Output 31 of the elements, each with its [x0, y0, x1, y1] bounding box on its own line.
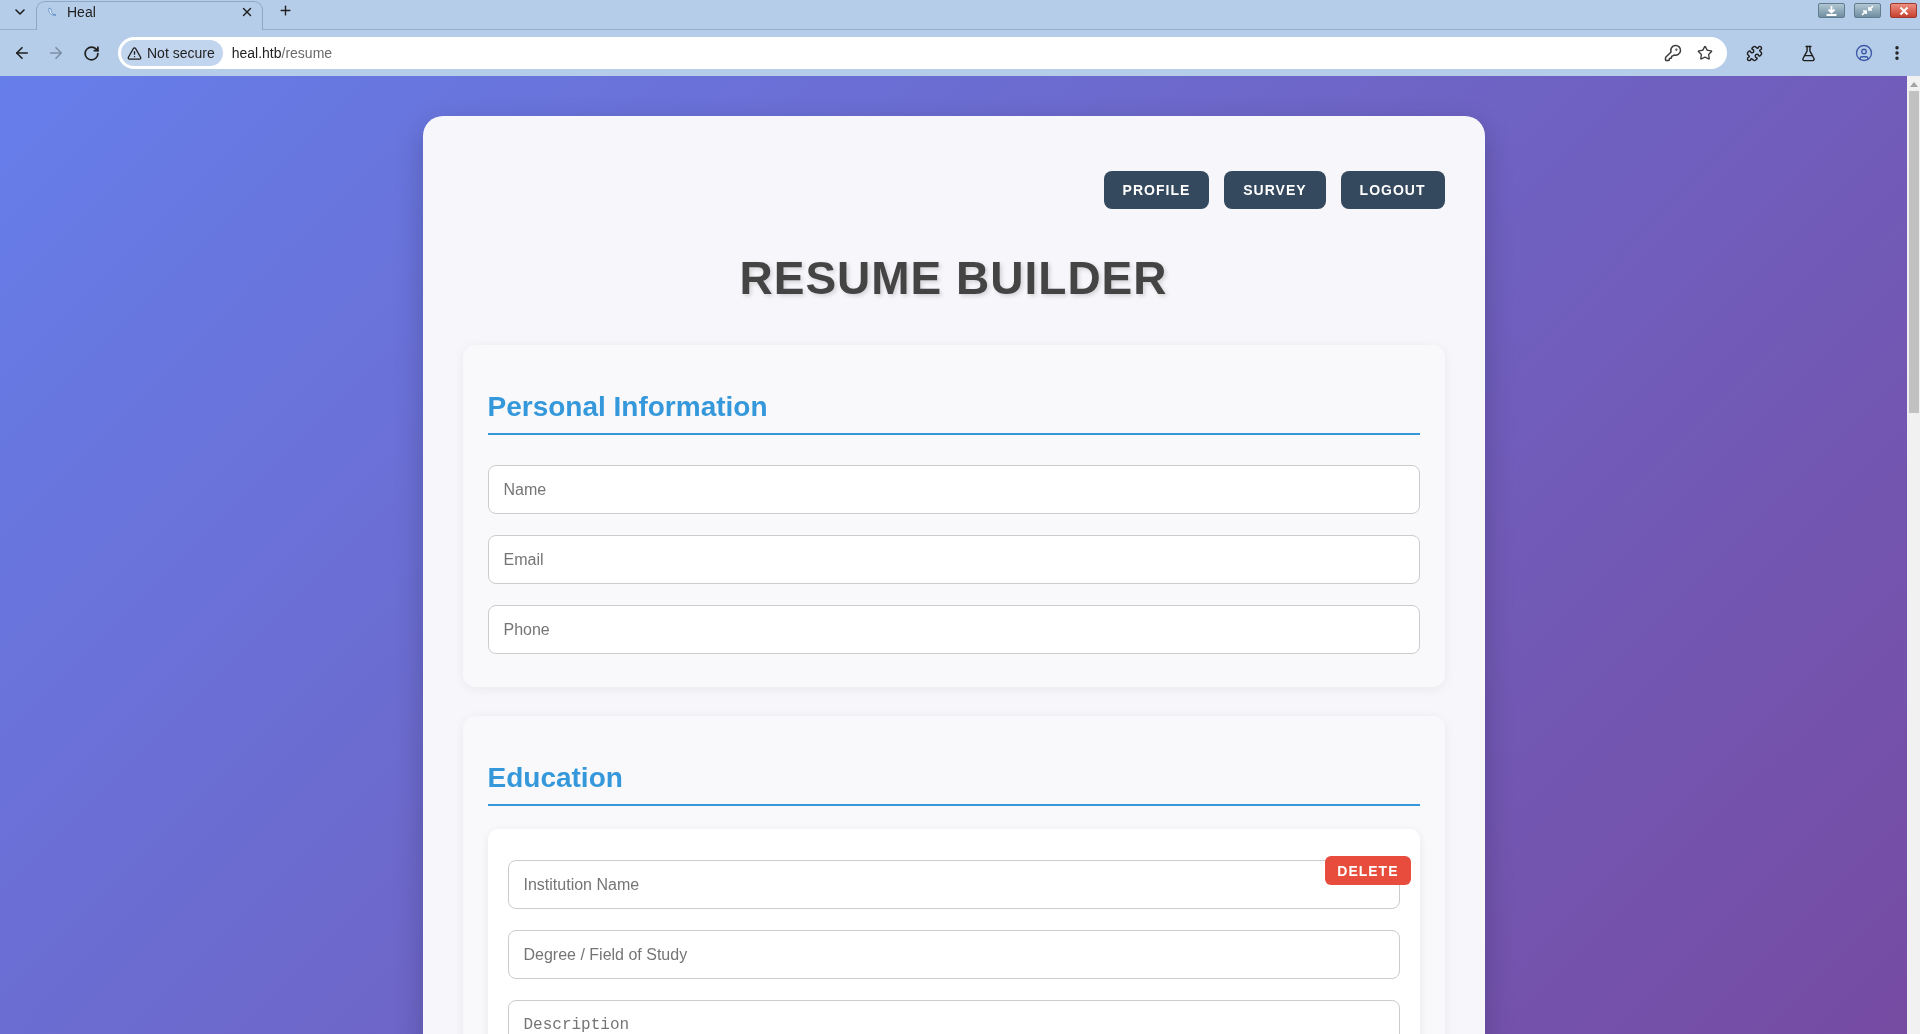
minimize-icon[interactable] — [1818, 3, 1845, 18]
nav-button[interactable]: LOGOUT — [1340, 171, 1445, 209]
profile-icon[interactable] — [1855, 44, 1873, 62]
new-tab-icon[interactable] — [278, 3, 293, 18]
puzzle-icon[interactable] — [1746, 44, 1763, 62]
delete-button[interactable]: DELETE — [1325, 856, 1411, 885]
address-bar[interactable]: Not secure heal.htb/resume — [118, 37, 1727, 69]
section-heading: Personal Information — [487, 391, 1420, 435]
input-field[interactable]: Degree / Field of Study — [507, 930, 1400, 979]
browser-tab[interactable]: Heal — [36, 1, 263, 30]
close-tab-icon[interactable] — [240, 5, 254, 19]
scrollbar[interactable] — [1907, 76, 1920, 1034]
warning-icon — [127, 45, 142, 61]
security-chip[interactable]: Not secure — [121, 40, 223, 66]
flask-icon[interactable] — [1800, 44, 1817, 62]
nav-button[interactable]: SURVEY — [1224, 171, 1326, 209]
nav-button[interactable]: PROFILE — [1103, 171, 1210, 209]
textarea-field[interactable]: Description — [507, 1000, 1400, 1034]
url-text: heal.htb/resume — [231, 45, 333, 61]
input-field[interactable]: Phone — [487, 605, 1420, 654]
star-icon[interactable] — [1697, 45, 1713, 61]
input-field[interactable]: Email — [487, 535, 1420, 584]
section-heading: Education — [487, 762, 1420, 806]
input-field[interactable]: Name — [487, 465, 1420, 514]
page-title: RESUME BUILDER — [738, 251, 1169, 305]
reload-icon[interactable] — [83, 44, 100, 62]
close-window-icon[interactable] — [1890, 3, 1917, 18]
key-icon[interactable] — [1664, 44, 1682, 62]
favicon-icon — [47, 7, 57, 17]
scrollbar-thumb[interactable] — [1908, 91, 1919, 413]
restore-icon[interactable] — [1854, 3, 1881, 18]
